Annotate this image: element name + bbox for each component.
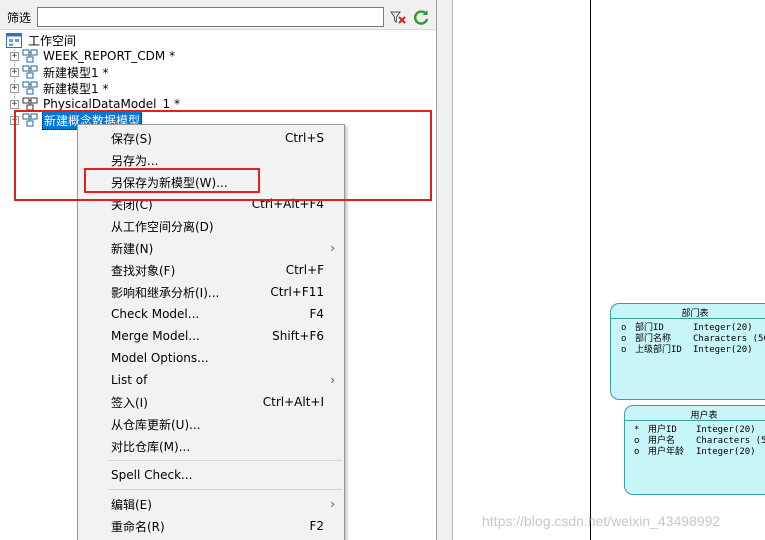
entity-divider <box>611 318 765 319</box>
menu-item-impact-analysis[interactable]: 影响和继承分析(I)... Ctrl+F11 <box>78 281 344 303</box>
entity-department-table[interactable]: 部门表 o部门IDInteger(20) o部门名称Characters (50… <box>610 303 765 400</box>
tree-item-label: 新建模型1 * <box>43 81 109 96</box>
menu-item-rename[interactable]: 重命名(R) F2 <box>78 515 344 537</box>
expand-icon[interactable]: + <box>10 67 19 77</box>
submenu-arrow-icon: › <box>330 373 335 387</box>
conceptual-model-icon <box>22 65 38 79</box>
tree-item-label: WEEK_REPORT_CDM * <box>43 49 176 63</box>
menu-item-edit[interactable]: 编辑(E) › <box>78 493 344 515</box>
refresh-icon[interactable] <box>412 8 430 26</box>
menu-item-save-as[interactable]: 另存为... <box>78 149 344 171</box>
menu-separator <box>108 460 342 461</box>
conceptual-model-icon <box>22 81 38 95</box>
physical-model-icon <box>22 97 38 111</box>
workspace-icon <box>6 32 22 48</box>
entity-attribute: o 用户年龄 Integer(20) <box>634 447 756 457</box>
tree-item-model[interactable]: + 新建模型1 * <box>10 64 109 80</box>
conceptual-model-icon <box>22 113 38 127</box>
expand-icon[interactable]: + <box>10 115 19 125</box>
menu-item-update-from-repository[interactable]: 从仓库更新(U)... <box>78 413 344 435</box>
expand-icon[interactable]: + <box>10 51 19 61</box>
tree-item-model[interactable]: + WEEK_REPORT_CDM * <box>10 48 176 64</box>
menu-item-compare-repository[interactable]: 对比仓库(M)... <box>78 435 344 457</box>
expand-icon[interactable]: + <box>10 83 19 93</box>
menu-item-save-as-new-model[interactable]: 另保存为新模型(W)... <box>78 171 344 193</box>
entity-user-table[interactable]: 用户表 *用户IDInteger(20) o用户名Characters (50)… <box>624 405 765 495</box>
menu-item-model-options[interactable]: Model Options... <box>78 347 344 369</box>
menu-item-list-of[interactable]: List of › <box>78 369 344 391</box>
menu-item-save[interactable]: 保存(S) Ctrl+S <box>78 127 344 149</box>
menu-item-merge-model[interactable]: Merge Model... Shift+F6 <box>78 325 344 347</box>
entity-divider <box>625 420 765 421</box>
tree-item-model[interactable]: + 新建模型1 * <box>10 80 109 96</box>
submenu-arrow-icon: › <box>330 241 335 255</box>
panel-splitter[interactable] <box>437 0 453 540</box>
tree-item-label: 新建模型1 * <box>43 65 109 80</box>
menu-separator <box>108 489 342 490</box>
page-boundary-line <box>590 0 591 540</box>
expand-icon[interactable]: + <box>10 99 19 109</box>
clear-filter-icon[interactable] <box>389 8 407 26</box>
menu-item-detach-from-workspace[interactable]: 从工作空间分离(D) <box>78 215 344 237</box>
menu-item-new[interactable]: 新建(N) › <box>78 237 344 259</box>
submenu-arrow-icon: › <box>330 497 335 511</box>
tree-root-workspace[interactable]: 工作空间 <box>6 32 77 48</box>
menu-item-check-in[interactable]: 签入(I) Ctrl+Alt+I <box>78 391 344 413</box>
filter-bar: 筛选 <box>0 0 436 30</box>
context-menu: 保存(S) Ctrl+S 另存为... 另保存为新模型(W)... 关闭(C) … <box>77 124 345 540</box>
filter-input[interactable] <box>37 7 384 27</box>
menu-item-check-model[interactable]: Check Model... F4 <box>78 303 344 325</box>
menu-item-find-objects[interactable]: 查找对象(F) Ctrl+F <box>78 259 344 281</box>
tree-root-label: 工作空间 <box>28 33 77 48</box>
entity-attribute: o 上级部门ID Integer(20) <box>621 345 753 355</box>
menu-item-spell-check[interactable]: Spell Check... <box>78 464 344 486</box>
tree-item-label: PhysicalDataModel_1 * <box>43 97 180 111</box>
watermark: https://blog.csdn.net/weixin_43498992 <box>482 513 721 529</box>
menu-item-close[interactable]: 关闭(C) Ctrl+Alt+F4 <box>78 193 344 215</box>
conceptual-model-icon <box>22 49 38 63</box>
